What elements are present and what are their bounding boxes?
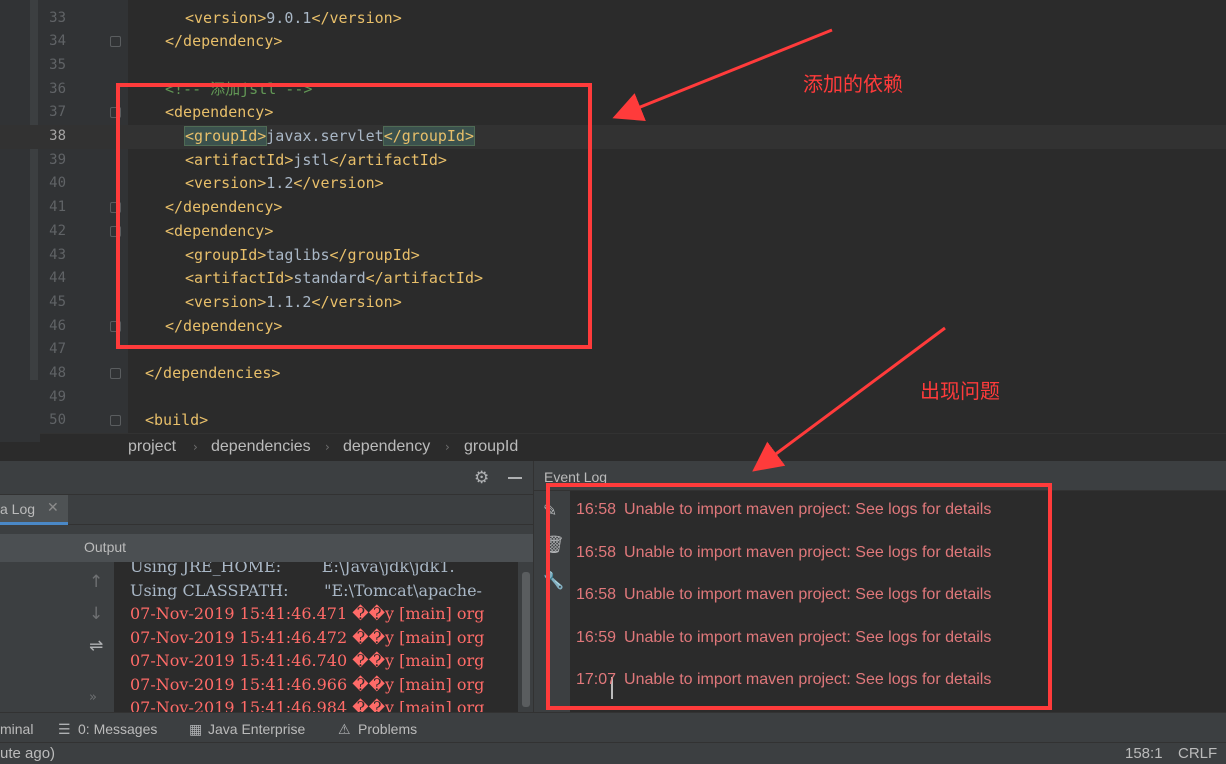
line-number: 49 — [49, 388, 66, 405]
java-enterprise-tab[interactable]: Java Enterprise — [208, 721, 305, 737]
arrow-down-icon[interactable]: ↓ — [89, 604, 103, 624]
code-text: <build> — [145, 409, 208, 433]
annotation-label-added-dependency: 添加的依赖 — [803, 72, 903, 96]
tool-window-strip: minal ☰ 0: Messages ▦ Java Enterprise ⚠ … — [0, 712, 1226, 742]
breadcrumb-item-groupid[interactable]: groupId — [464, 438, 518, 456]
tab-label: a Log — [0, 501, 36, 517]
breadcrumb-item-dependency[interactable]: dependency — [343, 438, 430, 456]
line-number: 50 — [49, 412, 66, 429]
code-text: <version>9.0.1</version> — [185, 7, 402, 31]
tab-tomcat-log[interactable]: a Log ✕ — [0, 495, 68, 525]
code-line[interactable]: 49 — [0, 386, 1226, 410]
line-number: 42 — [49, 222, 66, 239]
caret-position[interactable]: 158:1 — [1125, 745, 1163, 762]
run-panel-tabs: a Log ✕ — [0, 495, 533, 525]
line-number: 41 — [49, 199, 66, 216]
code-text: </dependencies> — [145, 362, 280, 386]
fold-icon[interactable] — [110, 415, 121, 427]
line-number: 48 — [49, 365, 66, 381]
soft-wrap-icon[interactable]: ⇌ — [89, 636, 103, 656]
console-line: Using JRE_HOME: E:\Java\jdk\jdk1. — [130, 562, 455, 576]
console-scrollbar[interactable] — [518, 562, 533, 712]
code-line[interactable]: 33 <version>9.0.1</version> — [0, 7, 1226, 31]
annotation-label-problem: 出现问题 — [920, 379, 1000, 403]
fold-icon[interactable] — [110, 368, 121, 379]
chevron-right-icon: › — [325, 440, 330, 454]
code-token: </dependencies> — [145, 364, 281, 382]
console-line: 07-Nov-2019 15:41:46.472 ��y [main] org — [130, 627, 485, 647]
code-token: </dependency> — [165, 32, 283, 51]
code-line[interactable]: 35 — [0, 54, 1226, 78]
code-token: <version> — [185, 8, 267, 27]
run-panel-toolbar: ⚙ — [0, 461, 533, 495]
code-token: 9.0.1 — [266, 8, 312, 27]
messages-tab[interactable]: 0: Messages — [78, 721, 157, 737]
line-number: 38 — [49, 128, 66, 144]
console-side-toolbar: ↑ ↓ ⇌ » — [80, 562, 114, 712]
code-token: <build> — [145, 411, 209, 430]
warning-icon: ⚠ — [338, 721, 351, 737]
line-number: 40 — [49, 175, 66, 192]
line-separator[interactable]: CRLF — [1178, 745, 1217, 762]
line-number: 39 — [49, 151, 66, 168]
breadcrumb-item-dependencies[interactable]: dependencies — [211, 438, 311, 456]
line-number: 47 — [49, 341, 66, 358]
line-number: 33 — [49, 9, 66, 26]
code-text: </dependency> — [165, 30, 282, 54]
fold-icon[interactable] — [110, 36, 121, 48]
more-icon[interactable]: » — [89, 690, 97, 705]
minimize-icon[interactable] — [508, 477, 522, 479]
code-line[interactable]: 34 </dependency> — [0, 30, 1226, 54]
arrow-up-icon[interactable]: ↑ — [89, 572, 103, 592]
chevron-right-icon: › — [445, 440, 450, 454]
console-line: 07-Nov-2019 15:41:46.471 ��y [main] org — [130, 604, 485, 623]
status-bar: ute ago) 158:1 CRLF — [0, 742, 1226, 764]
console-output[interactable]: Using JRE_HOME: E:\Java\jdk\jdk1. Using C… — [114, 562, 518, 712]
output-label: Output — [84, 539, 127, 555]
annotation-box-event-log — [546, 483, 1052, 710]
code-token: </version> — [311, 8, 402, 27]
problems-tab[interactable]: Problems — [358, 721, 417, 737]
console-line: 07-Nov-2019 15:41:46.984 ��y [main] org — [130, 698, 485, 712]
line-number: 34 — [49, 33, 66, 50]
line-number: 44 — [49, 270, 66, 287]
line-number: 37 — [49, 104, 66, 121]
line-number: 45 — [49, 293, 66, 310]
console-line: 07-Nov-2019 15:41:46.966 ��y [main] org — [130, 674, 485, 694]
run-panel: ⚙ a Log ✕ Output ↑ ↓ ⇌ » Using JRE_HOME:… — [0, 461, 533, 712]
java-enterprise-icon: ▦ — [189, 721, 203, 737]
code-line[interactable]: 48 </dependencies> — [0, 362, 1226, 386]
messages-icon: ☰ — [58, 721, 71, 737]
line-number: 46 — [49, 317, 66, 334]
console-line: 07-Nov-2019 15:41:46.740 ��y [main] org — [130, 651, 485, 670]
breadcrumb: project › dependencies › dependency › gr… — [40, 433, 1226, 461]
line-number: 43 — [49, 246, 66, 263]
breadcrumb-item-project[interactable]: project — [128, 438, 176, 456]
output-header: Output — [0, 534, 533, 562]
console-line: Using CLASSPATH: "E:\Tomcat\apache- — [130, 580, 482, 600]
scroll-thumb[interactable] — [522, 572, 530, 707]
status-message[interactable]: ute ago) — [0, 745, 55, 762]
terminal-tab[interactable]: minal — [0, 721, 33, 737]
code-line[interactable]: 50 <build> — [0, 409, 1226, 433]
chevron-right-icon: › — [193, 440, 198, 454]
line-number: 35 — [49, 56, 66, 73]
line-number: 36 — [49, 80, 66, 97]
close-icon[interactable]: ✕ — [47, 500, 59, 516]
annotation-box-dependencies — [116, 83, 592, 349]
gear-icon[interactable]: ⚙ — [474, 468, 489, 488]
